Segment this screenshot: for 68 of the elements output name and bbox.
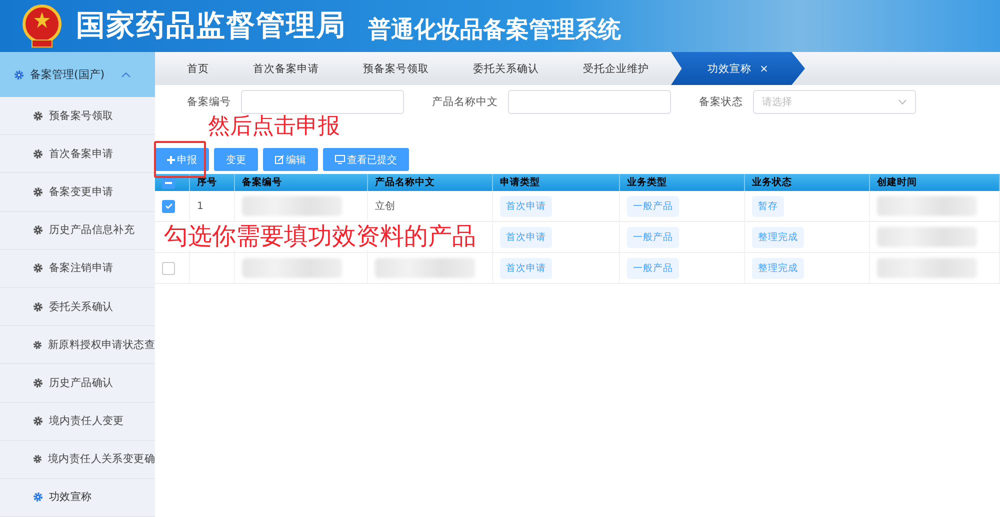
column-header: 序号 bbox=[190, 174, 235, 191]
filter-label: 备案状态 bbox=[699, 95, 743, 109]
settings-icon bbox=[33, 225, 43, 236]
monitor-icon bbox=[335, 155, 345, 164]
tab[interactable]: 委托关系确认 bbox=[451, 52, 561, 85]
sidebar-item[interactable]: 境内责任人关系变更确 bbox=[0, 440, 155, 479]
settings-icon bbox=[33, 148, 43, 159]
column-header: 业务状态 bbox=[745, 174, 870, 191]
sidebar-item[interactable]: 历史产品信息补充 bbox=[0, 212, 155, 250]
sidebar-item[interactable]: 预备案号领取 bbox=[0, 97, 155, 136]
table-cell: 1 bbox=[197, 200, 204, 212]
settings-icon bbox=[33, 263, 43, 274]
sidebar-group[interactable]: 备案管理(国产) bbox=[0, 52, 155, 97]
plus-icon bbox=[167, 156, 175, 164]
close-icon[interactable]: × bbox=[760, 62, 768, 74]
minus-icon bbox=[165, 182, 172, 184]
input-field[interactable] bbox=[241, 90, 404, 114]
column-header: 创建时间 bbox=[870, 174, 1000, 191]
sidebar-item[interactable]: 备案注销申请 bbox=[0, 250, 155, 288]
sidebar-item[interactable]: 委托关系确认 bbox=[0, 288, 155, 326]
sidebar-item[interactable]: 历史产品确认 bbox=[0, 364, 155, 402]
tab[interactable]: 受托企业维护 bbox=[561, 52, 671, 85]
tab[interactable]: 首次备案申请 bbox=[231, 52, 341, 85]
sidebar-item[interactable]: 新原料授权申请状态查 bbox=[0, 326, 155, 364]
settings-icon bbox=[33, 302, 43, 312]
check-icon bbox=[164, 203, 172, 209]
settings-icon bbox=[33, 186, 43, 197]
settings-icon bbox=[33, 378, 43, 388]
row-checkbox[interactable] bbox=[162, 200, 175, 212]
tab[interactable]: 预备案号领取 bbox=[341, 52, 451, 85]
sidebar-item[interactable]: 备案变更申请 bbox=[0, 173, 155, 212]
status-tag: 一般产品 bbox=[627, 196, 679, 216]
filter-label: 产品名称中文 bbox=[432, 95, 498, 109]
status-tag: 首次申请 bbox=[500, 226, 552, 248]
column-header: 业务类型 bbox=[620, 174, 745, 191]
chevron-icon bbox=[120, 72, 131, 78]
emblem-icon bbox=[22, 4, 62, 48]
settings-icon bbox=[14, 70, 24, 80]
sidebar-item[interactable]: 首次备案申请 bbox=[0, 135, 155, 174]
status-tag: 暂存 bbox=[752, 196, 784, 216]
status-tag: 整理完成 bbox=[752, 226, 804, 248]
settings-icon bbox=[33, 492, 43, 502]
settings-icon bbox=[33, 416, 43, 426]
row-checkbox[interactable] bbox=[162, 262, 175, 274]
status-tag: 一般产品 bbox=[627, 226, 679, 248]
settings-icon bbox=[33, 340, 42, 350]
column-header: 申请类型 bbox=[493, 174, 620, 191]
tab[interactable]: 功效宣称 × bbox=[671, 52, 805, 85]
tab[interactable]: 首页 bbox=[165, 52, 231, 85]
site-title: 国家药品监督管理局 bbox=[76, 7, 346, 44]
edit-icon bbox=[275, 155, 284, 164]
column-header: 备案编号 bbox=[235, 174, 368, 191]
column-header: 产品名称中文 bbox=[368, 174, 493, 191]
caret-icon bbox=[898, 99, 907, 105]
settings-icon bbox=[33, 454, 42, 464]
input-field[interactable] bbox=[508, 90, 671, 114]
system-title: 普通化妆品备案管理系统 bbox=[368, 16, 621, 44]
status-tag: 首次申请 bbox=[500, 258, 552, 278]
annotation-text: 然后点击申报 bbox=[208, 114, 340, 140]
status-tag: 一般产品 bbox=[627, 258, 679, 278]
sidebar-item[interactable]: 功效宣称 bbox=[0, 478, 155, 517]
status-tag: 首次申请 bbox=[500, 196, 552, 216]
sidebar-item[interactable]: 境内责任人变更 bbox=[0, 402, 155, 441]
status-tag: 整理完成 bbox=[752, 258, 804, 278]
table-cell-text: 立创 bbox=[375, 200, 395, 213]
filter-label: 备案编号 bbox=[187, 95, 231, 109]
settings-icon bbox=[33, 110, 43, 121]
group-label: 备案管理(国产) bbox=[30, 67, 105, 82]
